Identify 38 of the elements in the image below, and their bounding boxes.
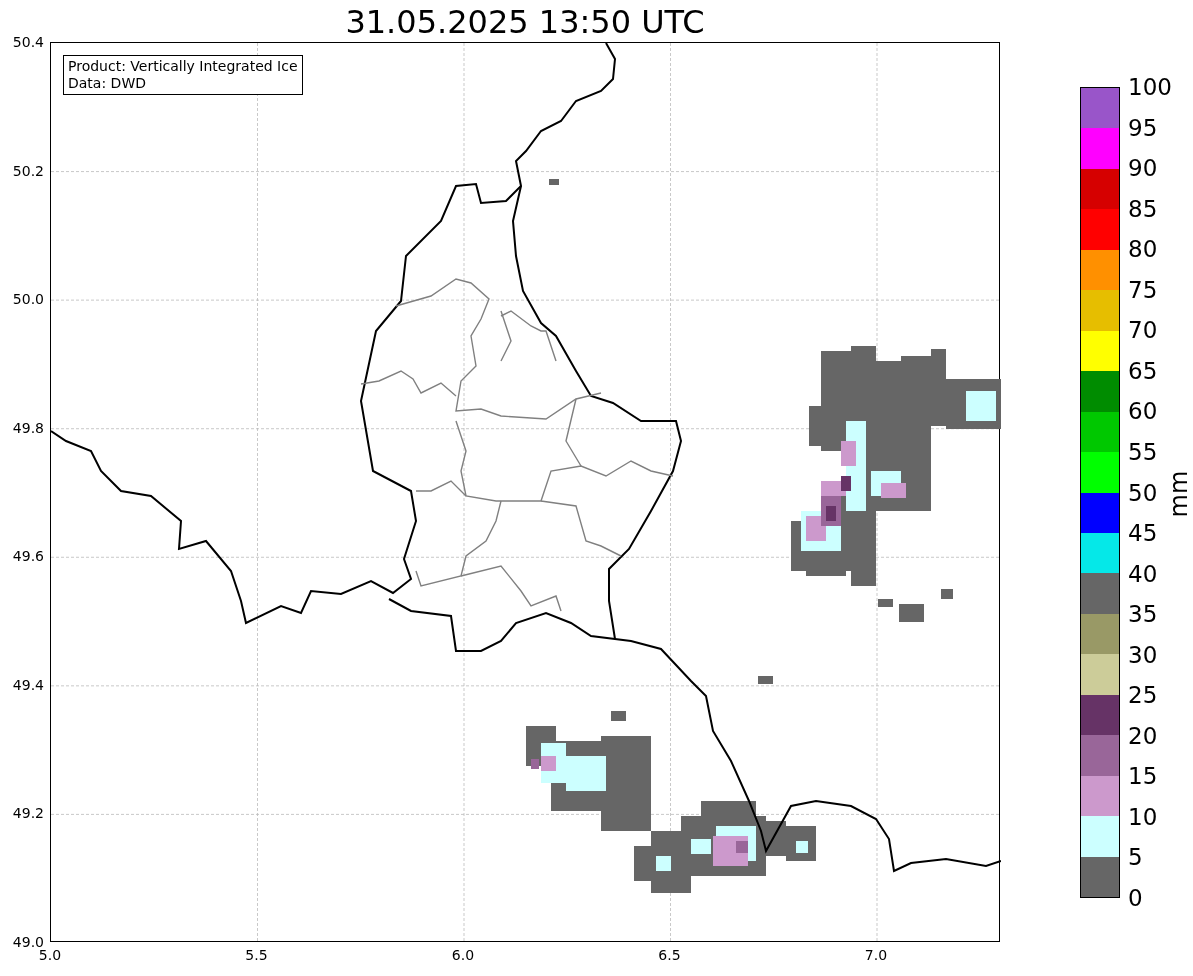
colorbar-tick-label: 30 [1128,643,1158,667]
colorbar-tick-label: 50 [1128,481,1158,504]
colorbar-tick-label: 70 [1128,318,1158,342]
colorbar-tick-label: 10 [1128,805,1158,829]
colorbar-tick-label: 65 [1128,359,1158,383]
y-axis-label: 50.2 [12,162,44,179]
x-axis-label: 7.0 [864,947,888,963]
colorbar-tick-label: 0 [1128,886,1143,910]
y-axis-label: 50.4 [12,34,44,50]
colorbar-tick-label: 80 [1128,237,1158,261]
x-axis-label: 5.5 [245,947,268,963]
colorbar-tick-label: 5 [1128,845,1143,869]
colorbar-tick-label: 25 [1128,683,1158,707]
colorbar-tick-label: 20 [1128,724,1158,748]
colorbar-tick-label: 35 [1128,602,1158,626]
legend-text: Product: Vertically Integrated Ice [68,58,298,75]
colorbar-tick-label: 90 [1128,156,1158,180]
y-axis-label: 49.0 [12,934,44,950]
legend-text: Data: DWD [68,75,147,92]
y-axis-label: 49.4 [12,676,44,693]
y-axis-label: 50.0 [12,291,44,308]
colorbar-unit-label: mm [1165,470,1193,518]
colorbar-tick-label: 45 [1128,521,1158,545]
colorbar-tick-label: 100 [1128,75,1172,99]
y-axis-label: 49.8 [12,419,44,436]
colorbar-tick-label: 75 [1128,278,1158,302]
y-axis-label: 49.2 [12,805,44,822]
chart-title: 31.05.2025 13:50 UTC [345,2,705,42]
colorbar-tick-label: 15 [1128,764,1158,788]
colorbar-tick-label: 85 [1128,197,1158,221]
x-axis-label: 6.0 [451,947,475,963]
x-axis-label: 6.5 [658,947,681,963]
colorbar-tick-label: 40 [1128,562,1158,586]
colorbar-tick-label: 60 [1128,399,1158,423]
colorbar-tick-label: 55 [1128,440,1158,464]
y-axis-label: 49.6 [12,548,44,565]
colorbar-tick-label: 95 [1128,116,1158,140]
x-axis-label: 5.0 [38,947,62,963]
